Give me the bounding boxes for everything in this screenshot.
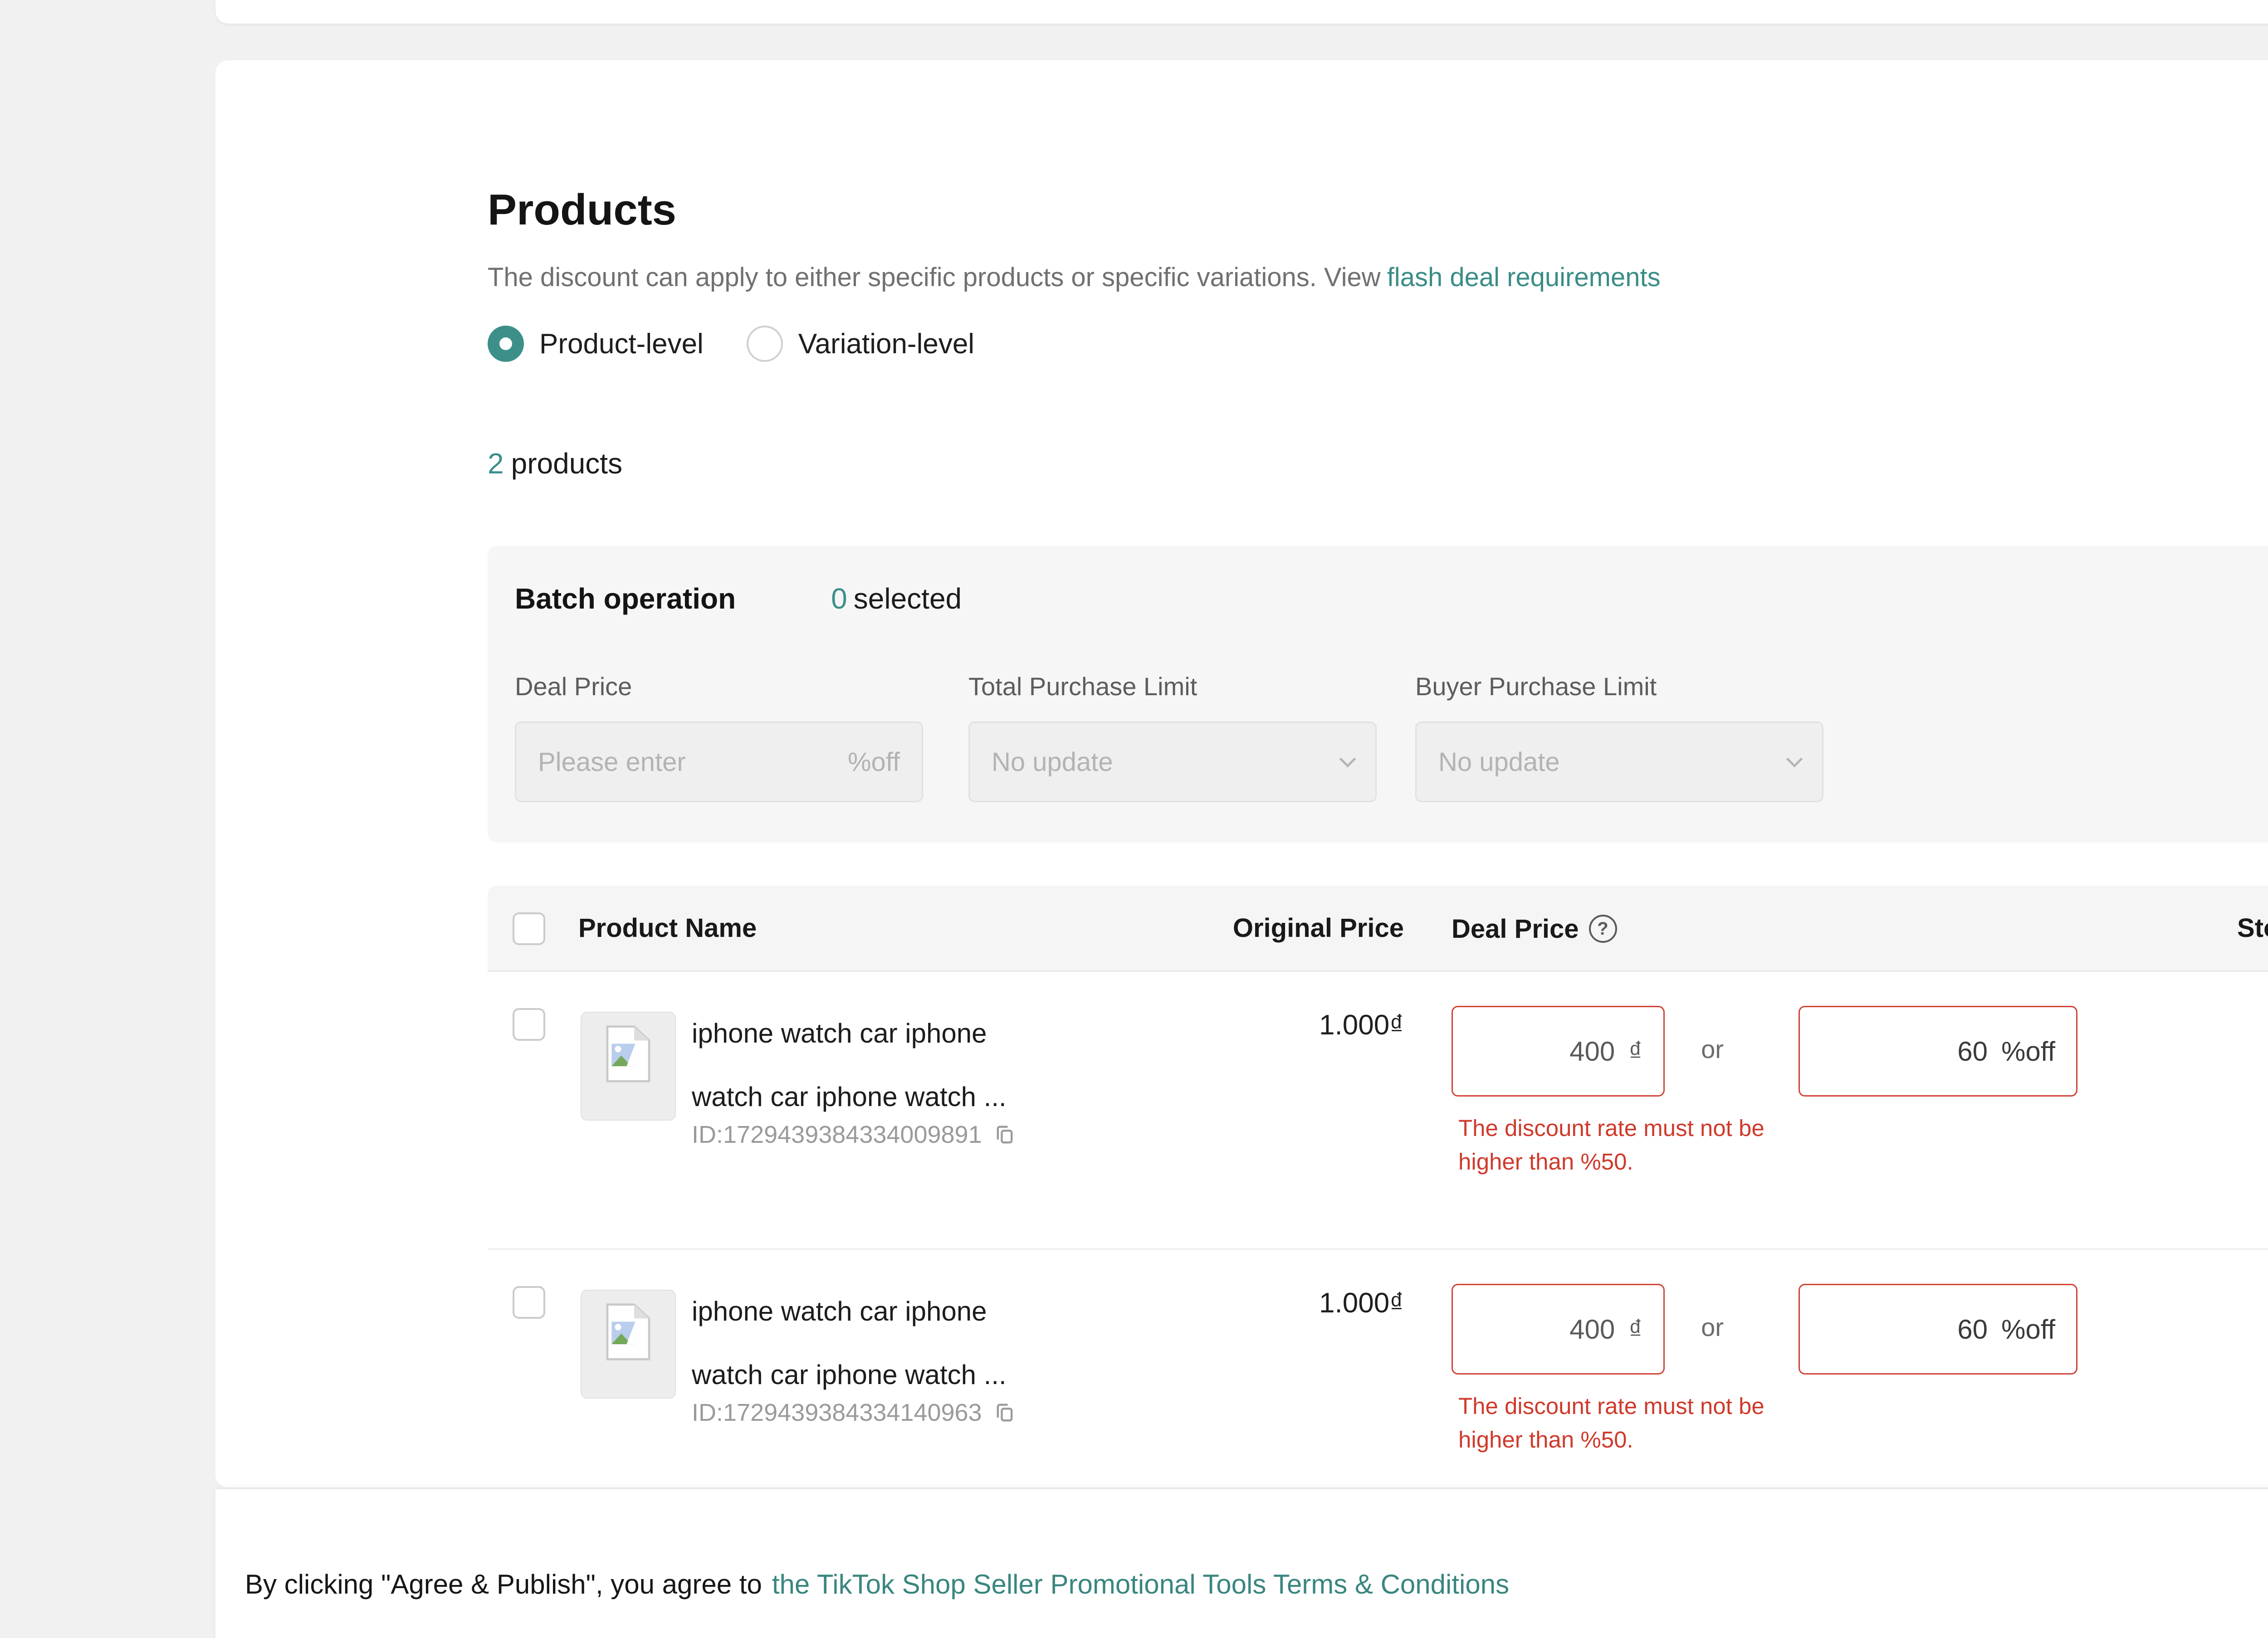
deal-price-currency-suffix: ₫	[1628, 1314, 1642, 1345]
table-row: iphone watch car iphone watch car iphone…	[488, 972, 2268, 1248]
deal-price-value: 400	[1474, 1314, 1615, 1345]
product-count-label: products	[511, 447, 622, 480]
or-label: or	[1685, 1034, 1740, 1064]
header-deal-price-label: Deal Price	[1452, 887, 1579, 971]
product-name: iphone watch car iphone watch car iphone…	[692, 1002, 1036, 1129]
percent-off-input[interactable]: 60 %off	[1799, 1006, 2077, 1097]
error-line-2: higher than %50.	[1458, 1145, 1765, 1179]
error-line-1: The discount rate must not be	[1458, 1389, 1765, 1423]
batch-selected-count: 0selected	[831, 582, 962, 615]
agreement-prefix: By clicking "Agree & Publish", you agree…	[245, 1569, 762, 1599]
section-subtitle: The discount can apply to either specifi…	[488, 262, 1661, 292]
discount-error-message: The discount rate must not be higher tha…	[1458, 1389, 1765, 1457]
batch-total-purchase-select[interactable]: No update	[968, 722, 1377, 802]
batch-deal-price-label: Deal Price	[515, 672, 632, 701]
deal-price-currency-suffix: ₫	[1628, 1036, 1642, 1067]
header-product-name: Product Name	[578, 886, 757, 972]
subtitle-text: The discount can apply to either specifi…	[488, 263, 1381, 292]
deal-price-input[interactable]: 400 ₫	[1452, 1284, 1665, 1375]
error-line-2: higher than %50.	[1458, 1423, 1765, 1457]
deal-price-value: 400	[1474, 1036, 1615, 1067]
batch-buyer-purchase-label: Buyer Purchase Limit	[1415, 672, 1657, 701]
selected-count-number: 0	[831, 582, 847, 615]
batch-operation-title: Batch operation	[515, 582, 736, 615]
batch-buyer-purchase-value: No update	[1438, 747, 1789, 777]
product-id: ID:1729439384334009891	[692, 1121, 1017, 1149]
product-id-text: ID:1729439384334009891	[692, 1121, 982, 1149]
batch-deal-price-input[interactable]: Please enter %off	[515, 722, 923, 802]
header-stock: Stock	[2173, 886, 2268, 972]
product-id-text: ID:1729439384334140963	[692, 1399, 982, 1427]
or-label: or	[1685, 1312, 1740, 1342]
agreement-text: By clicking "Agree & Publish", you agree…	[245, 1569, 2268, 1600]
batch-deal-price-suffix: %off	[848, 747, 900, 777]
product-thumbnail	[581, 1290, 676, 1399]
select-all-checkbox[interactable]	[513, 912, 545, 945]
select-all-checkbox-wrap	[513, 912, 545, 945]
chevron-down-icon	[1339, 751, 1356, 768]
percent-off-suffix: %off	[2001, 1036, 2055, 1067]
discount-error-message: The discount rate must not be higher tha…	[1458, 1112, 1765, 1179]
copy-icon[interactable]	[993, 1123, 1017, 1146]
product-count: 2products	[488, 447, 622, 480]
batch-buyer-purchase-select[interactable]: No update	[1415, 722, 1823, 802]
original-price-value: 1.000₫	[987, 1009, 1404, 1041]
percent-off-input[interactable]: 60 %off	[1799, 1284, 2077, 1375]
radio-variation-level-label: Variation-level	[798, 328, 974, 360]
radio-unselected-icon[interactable]	[747, 326, 783, 362]
header-deal-price: Deal Price ?	[1452, 886, 1617, 972]
products-card: Products The discount can apply to eithe…	[215, 60, 2268, 1487]
product-id: ID:1729439384334140963	[692, 1399, 1017, 1427]
page-title: Products	[488, 185, 676, 235]
table-header-row: Product Name Original Price Deal Price ?…	[488, 886, 2268, 972]
batch-total-purchase-label: Total Purchase Limit	[968, 672, 1197, 701]
terms-and-conditions-link[interactable]: the TikTok Shop Seller Promotional Tools…	[772, 1569, 1509, 1599]
row-checkbox[interactable]	[513, 1286, 545, 1319]
chevron-down-icon	[1786, 751, 1803, 768]
product-thumbnail	[581, 1012, 676, 1121]
level-radio-group: Product-level Variation-level	[488, 326, 974, 362]
flash-deal-products-page: { "products_section": { "title": "Produc…	[0, 0, 2268, 1638]
error-line-1: The discount rate must not be	[1458, 1112, 1765, 1145]
product-name: iphone watch car iphone watch car iphone…	[692, 1280, 1036, 1407]
selected-count-label: selected	[854, 582, 962, 615]
bottom-action-bar: By clicking "Agree & Publish", you agree…	[215, 1489, 2268, 1638]
batch-operation-panel: Batch operation 0selected Deal Price Tot…	[488, 546, 2268, 843]
product-count-number: 2	[488, 447, 504, 480]
broken-image-icon	[603, 1024, 653, 1083]
stock-value: 0	[2173, 1009, 2268, 1041]
radio-variation-level[interactable]: Variation-level	[747, 326, 974, 362]
percent-off-value: 60	[1821, 1314, 1988, 1345]
question-circle-icon[interactable]: ?	[1589, 915, 1617, 943]
previous-section-card-bottom	[215, 0, 2268, 24]
row-checkbox[interactable]	[513, 1008, 545, 1041]
percent-off-value: 60	[1821, 1036, 1988, 1067]
header-original-price: Original Price	[987, 886, 1404, 972]
batch-deal-price-placeholder: Please enter	[538, 747, 848, 777]
broken-image-icon	[603, 1302, 653, 1361]
radio-product-level-label: Product-level	[539, 328, 704, 360]
radio-product-level[interactable]: Product-level	[488, 326, 704, 362]
copy-icon[interactable]	[993, 1401, 1017, 1424]
percent-off-suffix: %off	[2001, 1314, 2055, 1345]
batch-total-purchase-value: No update	[992, 747, 1342, 777]
flash-deal-requirements-link[interactable]: flash deal requirements	[1387, 263, 1661, 292]
stock-value: 0	[2173, 1287, 2268, 1319]
radio-selected-icon[interactable]	[488, 326, 524, 362]
batch-title-row: Batch operation 0selected	[515, 582, 962, 615]
products-table: Product Name Original Price Deal Price ?…	[488, 886, 2268, 1539]
original-price-value: 1.000₫	[987, 1287, 1404, 1319]
deal-price-input[interactable]: 400 ₫	[1452, 1006, 1665, 1097]
